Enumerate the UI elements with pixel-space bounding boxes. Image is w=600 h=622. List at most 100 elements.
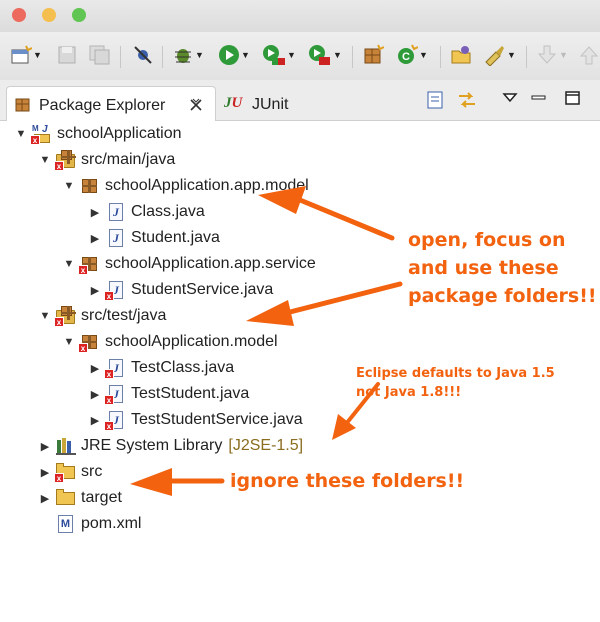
open-folder-icon <box>451 46 471 64</box>
annotation-line: not Java 1.8!!! <box>356 385 462 400</box>
tree-item-jre-library[interactable]: ▶ JRE System Library [J2SE-1.5] <box>38 433 303 459</box>
expand-toggle[interactable]: ▶ <box>88 206 102 219</box>
coverage-button[interactable]: ▼ <box>262 43 296 67</box>
tab-package-explorer[interactable]: Package Explorer <box>6 86 216 121</box>
error-icon: x <box>30 135 40 145</box>
java-file-icon: Jx <box>104 384 126 405</box>
tab-junit[interactable]: JU JUnit <box>222 86 322 120</box>
error-icon: x <box>104 369 114 379</box>
tree-item-class-java[interactable]: ▶ J Class.java <box>88 199 205 225</box>
expand-toggle[interactable]: ▶ <box>38 492 52 505</box>
java-file-icon: J <box>106 202 126 222</box>
arrowhead <box>130 468 172 496</box>
tree-item-package-app-model[interactable]: ▼ schoolApplication.app.model <box>62 173 309 199</box>
close-window-button[interactable] <box>12 8 26 22</box>
arrow-down-icon <box>537 45 557 64</box>
maximize-view-button[interactable] <box>564 90 582 111</box>
search-button[interactable]: ▼ <box>482 43 516 67</box>
previous-annotation-button[interactable] <box>578 43 600 67</box>
expand-toggle[interactable]: ▶ <box>88 414 102 427</box>
arrow-to-model-package <box>297 197 395 241</box>
tree-item-test-student-java[interactable]: ▶ Jx TestStudent.java <box>88 381 249 407</box>
error-icon: x <box>104 421 114 431</box>
expand-toggle[interactable]: ▼ <box>62 180 76 192</box>
tree-label: target <box>81 489 122 506</box>
tree-label: StudentService.java <box>131 281 274 298</box>
new-class-button[interactable]: C ▼ <box>396 43 428 67</box>
error-icon: x <box>104 291 114 301</box>
annotation-line: package folders!! <box>408 285 597 307</box>
tree-item-package-app-service[interactable]: ▼ x schoolApplication.app.service <box>62 251 316 277</box>
new-package-button[interactable] <box>362 43 384 67</box>
new-class-icon: C <box>398 44 418 64</box>
tree-item-src-test[interactable]: ▼ x src/test/java <box>38 303 166 329</box>
run-button[interactable]: ▼ <box>218 43 250 67</box>
error-icon: x <box>104 395 114 405</box>
tree-item-student-service-java[interactable]: ▶ Jx StudentService.java <box>88 277 273 303</box>
expand-toggle[interactable]: ▶ <box>88 284 102 297</box>
tree-item-src[interactable]: ▶ x src <box>38 459 102 485</box>
next-annotation-button[interactable]: ▼ <box>536 43 568 67</box>
view-menu-button[interactable] <box>502 90 518 111</box>
tab-package-explorer-label: Package Explorer <box>39 97 166 114</box>
skip-breakpoints-icon <box>134 46 152 64</box>
annotation-line: open, focus on <box>408 229 566 251</box>
maven-file-icon: M <box>56 514 76 534</box>
expand-toggle[interactable]: ▼ <box>38 310 52 322</box>
zoom-window-button[interactable] <box>72 8 86 22</box>
tree-item-test-class-java[interactable]: ▶ Jx TestClass.java <box>88 355 234 381</box>
save-button[interactable] <box>56 43 78 67</box>
tree-item-test-student-service-java[interactable]: ▶ Jx TestStudentService.java <box>88 407 303 433</box>
tree-label: schoolApplication <box>57 125 182 142</box>
tree-item-pom[interactable]: M pom.xml <box>38 511 141 537</box>
java-file-icon: Jx <box>104 280 126 301</box>
package-icon: x <box>78 332 100 353</box>
open-type-button[interactable] <box>450 43 474 67</box>
annotation-ignore-folders: ignore these folders!! <box>230 470 465 492</box>
minimize-icon <box>531 95 546 100</box>
link-with-editor-button[interactable] <box>456 90 478 115</box>
external-tools-icon <box>309 45 330 65</box>
close-tab-icon[interactable] <box>189 98 203 112</box>
tree-label: TestStudent.java <box>131 385 250 402</box>
library-icon <box>56 436 76 456</box>
save-all-button[interactable] <box>88 43 112 67</box>
link-arrows-icon <box>459 92 475 108</box>
tree-item-package-model[interactable]: ▼ x schoolApplication.model <box>62 329 278 355</box>
package-icon <box>80 176 100 196</box>
view-tab-bar: Package Explorer JU JUnit <box>0 80 600 121</box>
tree-item-src-main[interactable]: ▼ x src/main/java <box>38 147 175 173</box>
bug-icon <box>175 49 191 63</box>
minimize-view-button[interactable] <box>530 90 548 111</box>
expand-toggle[interactable]: ▶ <box>38 466 52 479</box>
tree-item-target[interactable]: ▶ target <box>38 485 122 511</box>
view-menu-icon <box>502 93 518 103</box>
debug-button[interactable]: ▼ <box>172 43 204 67</box>
expand-toggle[interactable]: ▼ <box>62 336 76 348</box>
tree-item-student-java[interactable]: ▶ J Student.java <box>88 225 220 251</box>
package-icon: x <box>78 254 100 275</box>
expand-toggle[interactable]: ▼ <box>38 154 52 166</box>
expand-toggle[interactable]: ▶ <box>88 388 102 401</box>
error-icon: x <box>54 161 64 171</box>
new-wizard-button[interactable]: ▼ <box>10 43 42 67</box>
skip-breakpoints-button[interactable] <box>132 43 154 67</box>
error-icon: x <box>54 473 64 483</box>
expand-toggle[interactable]: ▶ <box>88 362 102 375</box>
folder-icon: x <box>54 462 76 483</box>
collapse-all-icon <box>427 91 443 109</box>
external-tools-button[interactable]: ▼ <box>308 43 342 67</box>
expand-toggle[interactable]: ▶ <box>88 232 102 245</box>
expand-toggle[interactable]: ▼ <box>14 128 28 140</box>
main-toolbar: ▼ ▼ ▼ ▼ ▼ C ▼ ▼ ▼ <box>0 32 600 81</box>
java-file-icon: Jx <box>104 410 126 431</box>
tree-item-project[interactable]: ▼ M J x schoolApplication <box>14 121 182 147</box>
expand-toggle[interactable]: ▶ <box>38 440 52 453</box>
tree-label: schoolApplication.app.service <box>105 255 316 272</box>
minimize-window-button[interactable] <box>42 8 56 22</box>
collapse-all-button[interactable] <box>426 90 446 115</box>
expand-toggle[interactable]: ▼ <box>62 258 76 270</box>
save-all-icon <box>89 45 110 65</box>
error-icon: x <box>54 317 64 327</box>
tree-label: TestClass.java <box>131 359 235 376</box>
